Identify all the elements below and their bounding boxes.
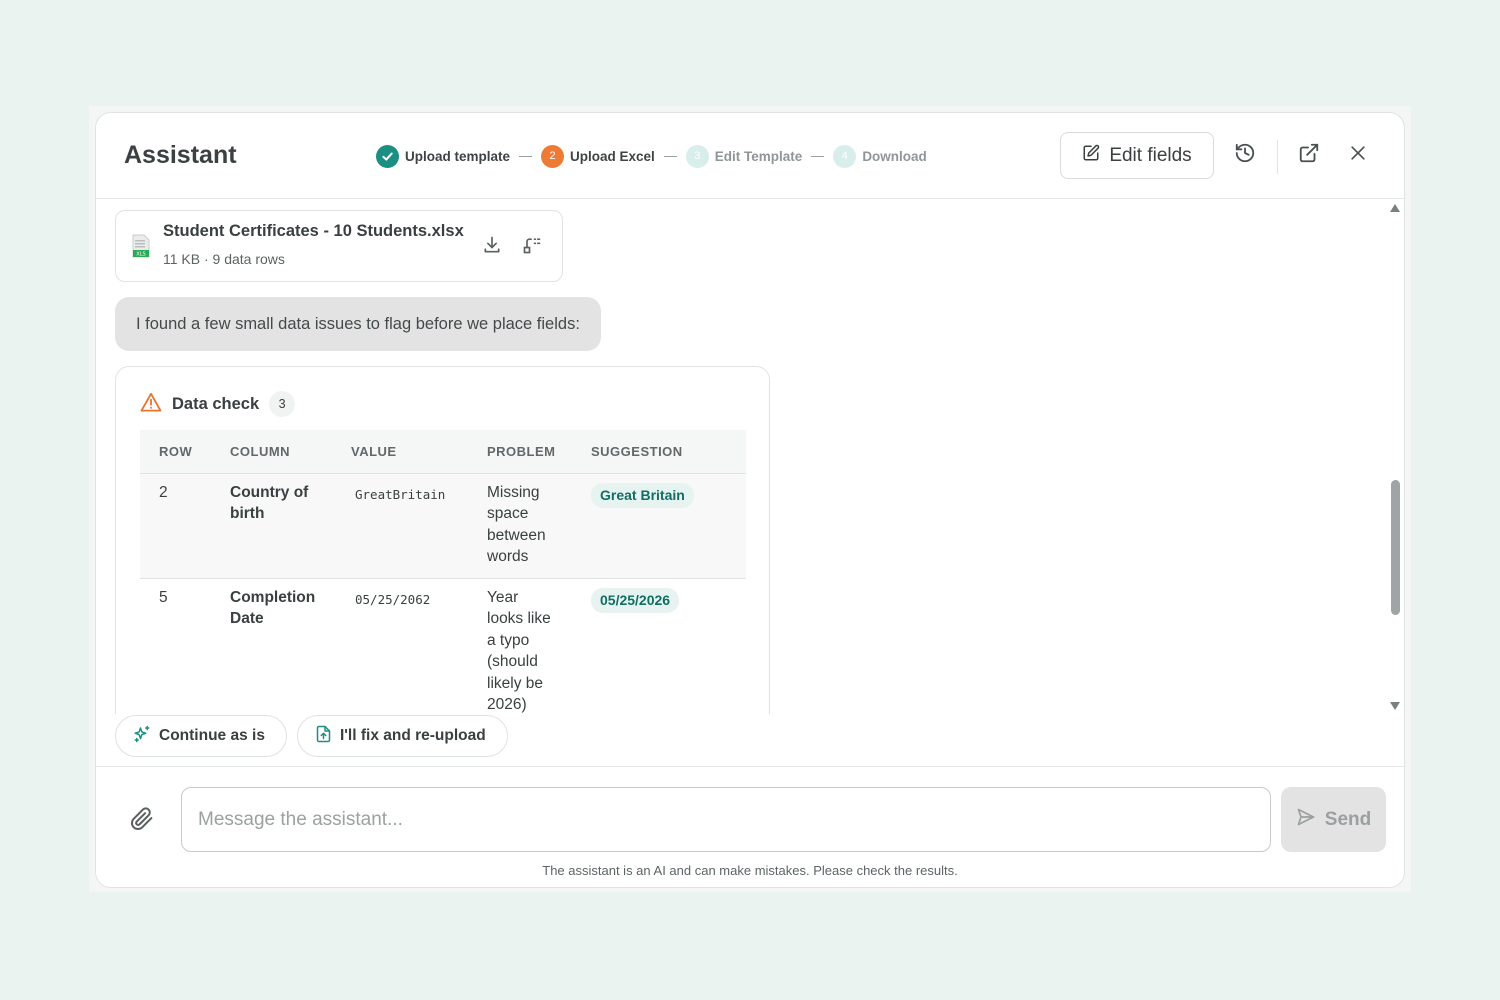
column-mapping-icon[interactable]	[522, 235, 542, 260]
close-button[interactable]	[1342, 139, 1374, 171]
col-header-row: ROW	[140, 430, 211, 473]
step-edit-template[interactable]: 3 Edit Template	[685, 144, 803, 168]
download-icon[interactable]	[482, 235, 502, 260]
history-button[interactable]	[1229, 139, 1261, 171]
warning-icon	[140, 392, 162, 417]
col-header-suggestion: SUGGESTION	[572, 430, 746, 473]
data-check-header: Data check 3	[140, 391, 296, 417]
step-separator	[519, 155, 533, 157]
col-header-value: VALUE	[332, 430, 468, 473]
data-issues-table: ROW COLUMN VALUE PROBLEM SUGGESTION 2 Co…	[140, 430, 746, 714]
uploaded-file-card: XLS Student Certificates - 10 Students.x…	[115, 210, 563, 282]
fix-and-reupload-button[interactable]: I'll fix and re-upload	[296, 715, 508, 757]
message-composer: Send The assistant is an AI and can make…	[96, 766, 1404, 887]
table-row: 5 Completion Date 05/25/2062 Year looks …	[140, 578, 746, 714]
progress-stepper: Upload template 2 Upload Excel 3 Edit Te…	[376, 144, 927, 168]
col-header-problem: PROBLEM	[468, 430, 572, 473]
step-label: Upload Excel	[570, 148, 655, 164]
scroll-up-arrow[interactable]	[1390, 204, 1400, 212]
conversation-scroll-area[interactable]: XLS Student Certificates - 10 Students.x…	[96, 200, 1404, 714]
open-external-button[interactable]	[1293, 139, 1325, 171]
table-row: 2 Country of birth GreatBritain Missing …	[140, 472, 746, 579]
edit-fields-label: Edit fields	[1109, 144, 1192, 166]
cell-problem: Missing space between words	[468, 472, 572, 579]
edit-icon	[1082, 144, 1100, 168]
header-divider	[1277, 140, 1278, 174]
suggestion-chip[interactable]: 05/25/2026	[591, 587, 680, 613]
check-icon	[376, 144, 399, 168]
cell-suggestion: Great Britain	[572, 472, 746, 579]
col-header-column: COLUMN	[211, 430, 332, 473]
history-icon	[1234, 142, 1256, 169]
svg-text:XLS: XLS	[136, 252, 145, 258]
step-separator	[663, 155, 677, 157]
suggestion-chip[interactable]: Great Britain	[591, 482, 694, 508]
step-number: 3	[685, 144, 709, 168]
cell-row: 2	[140, 472, 211, 579]
cell-column: Country of birth	[211, 472, 332, 579]
close-icon	[1348, 143, 1368, 168]
step-upload-template[interactable]: Upload template	[376, 144, 511, 168]
step-label: Upload template	[405, 148, 511, 164]
assistant-panel: Assistant Upload template 2 Upload Excel…	[95, 112, 1405, 888]
fix-label: I'll fix and re-upload	[339, 727, 486, 744]
continue-as-is-button[interactable]: Continue as is	[115, 715, 287, 757]
file-name: Student Certificates - 10 Students.xlsx	[163, 222, 464, 240]
cell-problem: Year looks like a typo (should likely be…	[487, 588, 551, 714]
external-link-icon	[1298, 142, 1320, 169]
assistant-message: I found a few small data issues to flag …	[115, 297, 601, 351]
step-label: Edit Template	[714, 148, 803, 164]
cell-row: 5	[159, 588, 168, 606]
quick-actions: Continue as is I'll fix and re-upload	[115, 715, 508, 757]
step-download[interactable]: 4 Download	[833, 144, 927, 168]
paperclip-icon[interactable]	[130, 807, 154, 836]
table-header-row: ROW COLUMN VALUE PROBLEM SUGGESTION	[140, 430, 746, 473]
continue-label: Continue as is	[159, 727, 265, 744]
step-number: 4	[833, 144, 857, 168]
excel-file-icon: XLS	[132, 234, 150, 258]
cell-value: 05/25/2062	[355, 591, 431, 607]
data-check-card: Data check 3 ROW COLUMN VALUE PROBLEM SU…	[115, 366, 770, 714]
send-label: Send	[1324, 808, 1372, 830]
scroll-down-arrow[interactable]	[1390, 702, 1400, 710]
issue-count-badge: 3	[269, 391, 296, 417]
assistant-header: Assistant Upload template 2 Upload Excel…	[96, 113, 1404, 199]
cell-value: GreatBritain	[332, 472, 468, 579]
cell-suggestion: 05/25/2026	[572, 578, 746, 714]
edit-fields-button[interactable]: Edit fields	[1060, 132, 1214, 179]
step-number: 2	[541, 144, 565, 168]
ai-disclaimer: The assistant is an AI and can make mist…	[542, 863, 958, 878]
sparkle-icon	[133, 725, 151, 748]
page-title: Assistant	[124, 141, 237, 169]
message-input[interactable]	[181, 787, 1271, 852]
send-button[interactable]: Send	[1281, 787, 1386, 852]
send-icon	[1296, 807, 1316, 833]
file-meta: 11 KB · 9 data rows	[163, 251, 285, 267]
step-separator	[811, 155, 825, 157]
file-upload-icon	[315, 725, 332, 748]
scrollbar-thumb[interactable]	[1391, 480, 1400, 615]
step-label: Download	[862, 148, 927, 164]
data-check-title: Data check	[172, 394, 260, 413]
step-upload-excel[interactable]: 2 Upload Excel	[541, 144, 655, 168]
cell-column: Completion Date	[230, 588, 316, 628]
